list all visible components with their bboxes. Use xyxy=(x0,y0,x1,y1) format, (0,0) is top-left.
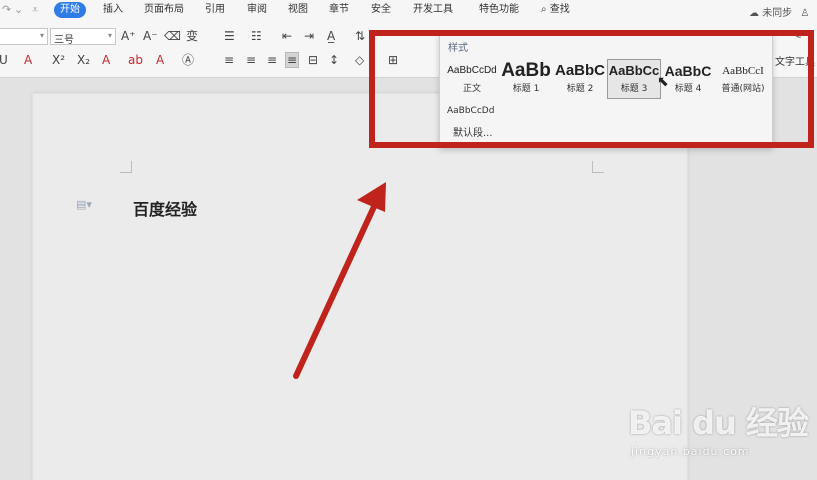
baidu-watermark-logo: Bai du 经验 xyxy=(628,404,809,442)
baidu-watermark-url: jingyan.baidu.com xyxy=(631,445,750,458)
annotation-arrow-shaft xyxy=(293,195,381,379)
